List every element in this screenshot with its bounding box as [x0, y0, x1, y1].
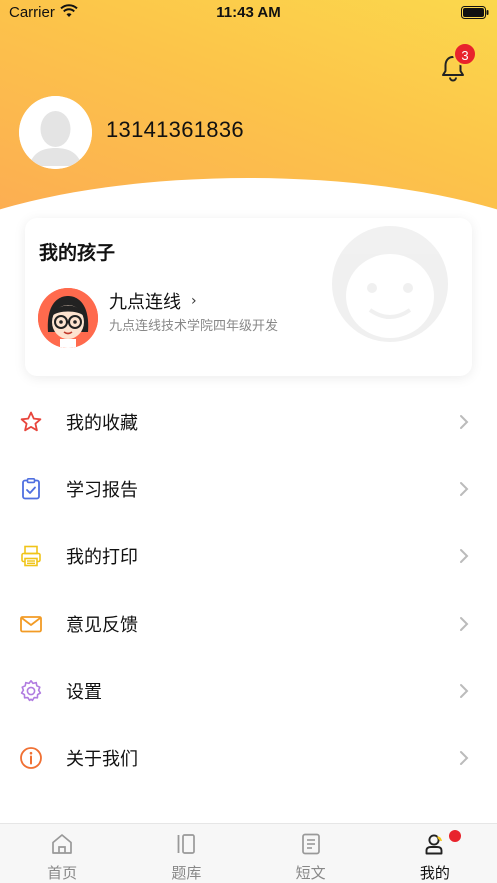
status-bar: Carrier 11:43 AM	[0, 0, 497, 26]
menu-label: 我的打印	[66, 547, 138, 569]
info-icon	[20, 747, 42, 769]
menu-label: 我的收藏	[66, 413, 138, 434]
child-school: 九点连线技术学院四年级开发	[109, 319, 279, 334]
chevron-right-icon	[460, 415, 469, 429]
menu-label: 学习报告	[66, 480, 138, 502]
tab-mine[interactable]: 我的	[373, 824, 497, 883]
document-icon	[301, 833, 320, 855]
tab-home[interactable]: 首页	[0, 824, 124, 883]
clipboard-check-icon	[22, 478, 40, 500]
tab-label: 题库	[171, 864, 202, 882]
girl-watermark-icon	[332, 226, 448, 342]
chevron-right-icon	[460, 549, 469, 564]
child-name-row[interactable]: 九点连线 ›	[109, 288, 197, 314]
notification-badge: 3	[453, 42, 477, 66]
user-avatar[interactable]	[19, 96, 92, 169]
battery-icon	[461, 6, 489, 19]
menu-label: 关于我们	[66, 748, 138, 770]
child-chevron-icon: ›	[191, 293, 197, 309]
card-title: 我的孩子	[39, 242, 116, 264]
tab-bar: 首页 题库 短文 我的	[0, 823, 497, 883]
printer-icon	[21, 546, 41, 567]
tab-label: 短文	[295, 864, 326, 882]
menu-item-settings[interactable]: 设置	[0, 658, 497, 725]
chevron-right-icon	[460, 482, 469, 497]
menu-item-favorites[interactable]: 我的收藏	[0, 389, 497, 456]
chevron-right-icon	[460, 616, 469, 631]
menu-item-feedback[interactable]: 意见反馈	[0, 591, 497, 658]
menu-item-about-us[interactable]: 关于我们	[0, 725, 497, 792]
menu-item-study-report[interactable]: 学习报告	[0, 456, 497, 523]
my-child-card[interactable]: 我的孩子 九点连线 › 九点连线技术学院四年级开发	[25, 218, 472, 376]
tab-label: 首页	[47, 864, 78, 882]
status-time: 11:43 AM	[216, 4, 281, 21]
default-avatar-icon	[19, 96, 92, 169]
user-phone: 13141361836	[106, 117, 244, 142]
tab-label: 我的	[419, 864, 450, 882]
tab-articles[interactable]: 短文	[249, 824, 373, 883]
tab-notification-dot	[448, 830, 461, 842]
header-curve	[0, 178, 497, 210]
settings-menu: 我的收藏 学习报告 我的打印 意见反馈 设置 关于我们	[0, 389, 497, 792]
profile-icon	[425, 834, 443, 855]
home-icon	[52, 834, 72, 854]
star-icon	[20, 411, 42, 432]
chevron-right-icon	[460, 683, 469, 698]
mail-icon	[20, 615, 42, 632]
tab-question-bank[interactable]: 题库	[124, 824, 248, 883]
chevron-right-icon	[460, 750, 469, 765]
library-icon	[177, 834, 196, 854]
gear-icon	[20, 679, 42, 701]
menu-item-my-prints[interactable]: 我的打印	[0, 523, 497, 590]
child-avatar	[38, 288, 98, 348]
menu-label: 设置	[66, 681, 102, 703]
menu-label: 意见反馈	[66, 614, 138, 636]
child-cartoon-icon	[38, 288, 98, 348]
child-name: 九点连线	[109, 292, 181, 313]
